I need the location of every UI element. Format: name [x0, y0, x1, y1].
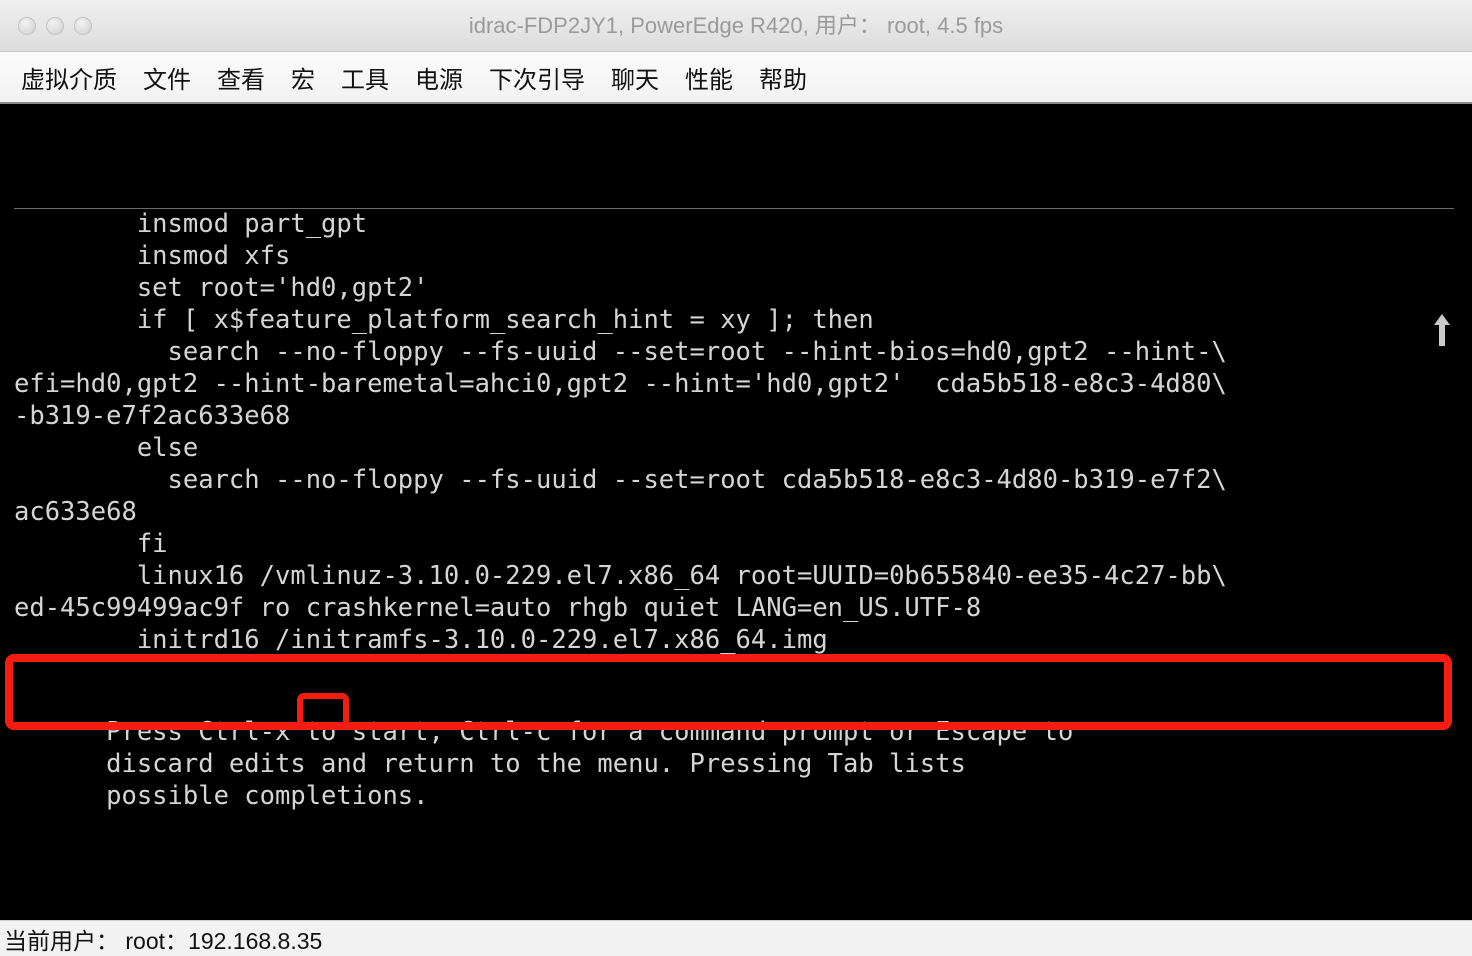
- remote-console-screen[interactable]: insmod part_gpt insmod xfs set root='hd0…: [0, 104, 1472, 920]
- grub-menu-entry-text: insmod part_gpt insmod xfs set root='hd0…: [14, 209, 1227, 655]
- grub-help-text: Press Ctrl-x to start, Ctrl-c for a comm…: [106, 717, 1074, 811]
- virtual-console-window: idrac-FDP2JY1, PowerEdge R420, 用户： root,…: [0, 0, 1472, 956]
- current-user-status: 当前用户： root：192.168.8.35: [4, 927, 323, 954]
- menu-virtual-media[interactable]: 虚拟介质: [8, 58, 130, 97]
- menu-performance[interactable]: 性能: [672, 58, 746, 97]
- menu-view[interactable]: 查看: [204, 58, 278, 97]
- scroll-up-icon: [1432, 312, 1452, 348]
- menu-tools[interactable]: 工具: [328, 58, 402, 97]
- window-title: idrac-FDP2JY1, PowerEdge R420, 用户： root,…: [468, 13, 1004, 38]
- maximize-button[interactable]: [74, 16, 92, 35]
- menu-help[interactable]: 帮助: [746, 58, 820, 97]
- window-controls: [18, 16, 92, 35]
- menu-chat[interactable]: 聊天: [598, 58, 672, 97]
- window-titlebar: idrac-FDP2JY1, PowerEdge R420, 用户： root,…: [0, 0, 1472, 52]
- menubar: 虚拟介质 文件 查看 宏 工具 电源 下次引导 聊天 性能 帮助: [0, 52, 1472, 104]
- statusbar: 当前用户： root：192.168.8.35: [0, 920, 1472, 956]
- minimize-button[interactable]: [46, 16, 64, 35]
- menu-file[interactable]: 文件: [130, 58, 204, 97]
- menu-macro[interactable]: 宏: [278, 58, 328, 97]
- close-button[interactable]: [18, 16, 36, 35]
- menu-power[interactable]: 电源: [402, 58, 476, 97]
- menu-next-boot[interactable]: 下次引导: [476, 58, 598, 97]
